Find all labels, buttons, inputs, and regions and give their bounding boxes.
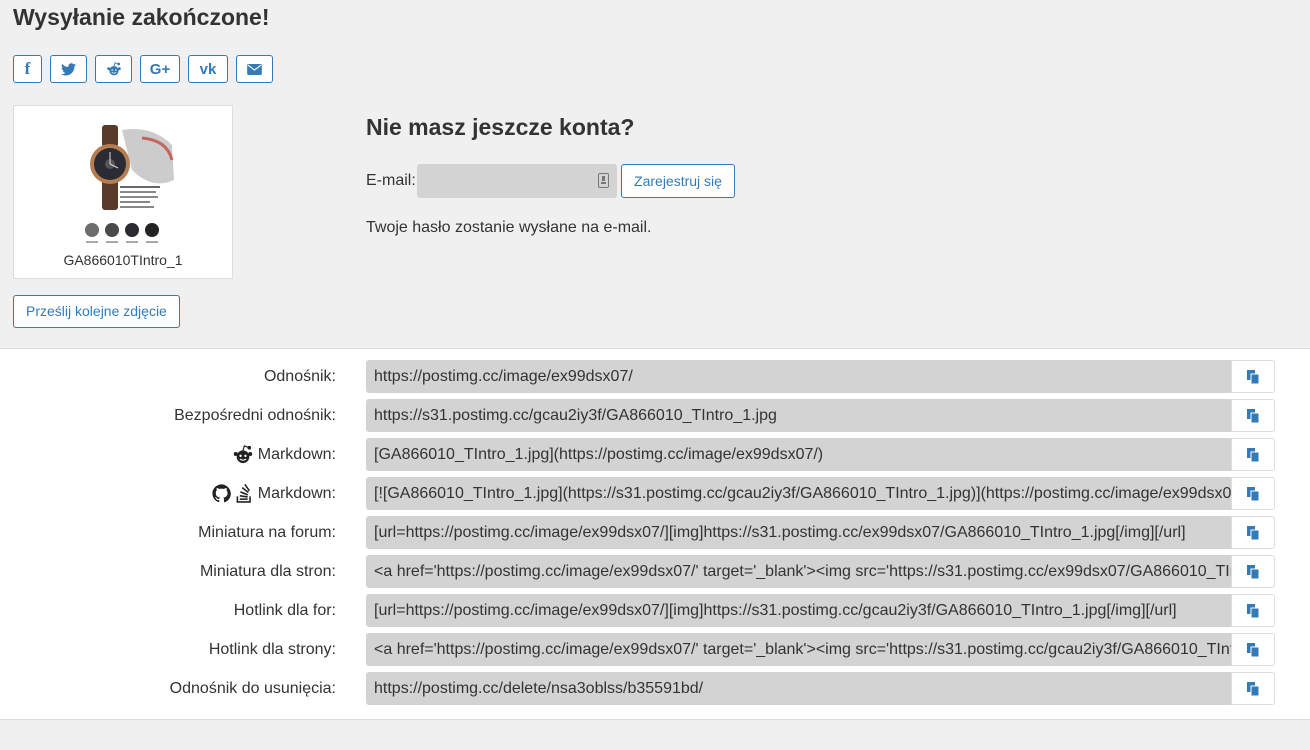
link-label: Odnośnik:	[263, 368, 336, 385]
password-note: Twoje hasło zostanie wysłane na e-mail.	[366, 219, 652, 236]
link-label: Hotlink dla strony:	[208, 641, 336, 658]
share-facebook-button[interactable]: f	[13, 55, 42, 83]
link-field-direct[interactable]: https://s31.postimg.cc/gcau2iy3f/GA86601…	[366, 399, 1231, 432]
share-twitter-button[interactable]	[50, 55, 87, 83]
copy-icon	[1246, 642, 1259, 657]
link-row-forum-hotlink: Hotlink dla for: [url=https://postimg.cc…	[0, 594, 1310, 627]
link-label: Odnośnik do usunięcia:	[169, 680, 336, 697]
link-label: Markdown:	[212, 477, 336, 510]
link-row-web-thumbnail: Miniatura dla stron: <a href='https://po…	[0, 555, 1310, 588]
page-title: Wysyłanie zakończone!	[13, 4, 270, 30]
link-label: Miniatura na forum:	[198, 524, 336, 541]
copy-icon	[1246, 486, 1259, 501]
copy-icon	[1246, 369, 1259, 384]
copy-button[interactable]	[1231, 594, 1275, 627]
copy-icon	[1246, 525, 1259, 540]
image-thumbnail-card[interactable]: GA866010TIntro_1	[13, 105, 233, 279]
email-field[interactable]	[417, 164, 617, 198]
copy-button[interactable]	[1231, 399, 1275, 432]
link-field-web-hotlink[interactable]: <a href='https://postimg.cc/image/ex99ds…	[366, 633, 1231, 666]
copy-button[interactable]	[1231, 672, 1275, 705]
link-field-forum-hotlink[interactable]: [url=https://postimg.cc/image/ex99dsx07/…	[366, 594, 1231, 627]
link-field-markdown-reddit[interactable]: [GA866010_TIntro_1.jpg](https://postimg.…	[366, 438, 1231, 471]
upload-another-button[interactable]: Prześlij kolejne zdjęcie	[13, 295, 180, 328]
password-manager-icon[interactable]	[598, 173, 609, 188]
share-vk-button[interactable]: vk	[188, 55, 228, 83]
link-field-markdown-github[interactable]: [![GA866010_TIntro_1.jpg](https://s31.po…	[366, 477, 1231, 510]
link-label: Markdown:	[232, 438, 336, 471]
email-label: E-mail:	[366, 172, 416, 189]
copy-button[interactable]	[1231, 438, 1275, 471]
share-bar: f G+ vk	[13, 55, 281, 83]
link-label: Hotlink dla for:	[233, 602, 336, 619]
image-caption: GA866010TIntro_1	[63, 252, 183, 268]
share-reddit-button[interactable]	[95, 55, 132, 83]
stackoverflow-icon	[236, 483, 251, 503]
link-row-markdown-reddit: Markdown: [GA866010_TIntro_1.jpg](https:…	[0, 438, 1310, 471]
copy-icon	[1246, 603, 1259, 618]
copy-button[interactable]	[1231, 633, 1275, 666]
google-plus-icon: G+	[149, 60, 171, 78]
register-button[interactable]: Zarejestruj się	[621, 164, 735, 198]
copy-icon	[1246, 681, 1259, 696]
link-label: Bezpośredni odnośnik:	[174, 407, 336, 424]
copy-icon	[1246, 447, 1259, 462]
share-email-button[interactable]	[236, 55, 273, 83]
link-row-forum-thumbnail: Miniatura na forum: [url=https://postimg…	[0, 516, 1310, 549]
link-row-markdown-github: Markdown: [![GA866010_TIntro_1.jpg](http…	[0, 477, 1310, 510]
reddit-icon	[106, 62, 121, 76]
link-field-delete[interactable]: https://postimg.cc/delete/nsa3oblss/b355…	[366, 672, 1231, 705]
copy-button[interactable]	[1231, 516, 1275, 549]
link-row-web-hotlink: Hotlink dla strony: <a href='https://pos…	[0, 633, 1310, 666]
reddit-icon	[233, 445, 252, 464]
copy-button[interactable]	[1231, 555, 1275, 588]
image-thumbnail[interactable]	[72, 120, 176, 250]
twitter-icon	[61, 62, 76, 75]
vk-icon: vk	[199, 60, 217, 78]
envelope-icon	[247, 63, 262, 75]
share-googleplus-button[interactable]: G+	[140, 55, 180, 83]
link-field-forum-thumbnail[interactable]: [url=https://postimg.cc/image/ex99dsx07/…	[366, 516, 1231, 549]
link-field-web-thumbnail[interactable]: <a href='https://postimg.cc/image/ex99ds…	[366, 555, 1231, 588]
facebook-icon: f	[24, 59, 31, 78]
link-row-direct: Bezpośredni odnośnik: https://s31.postim…	[0, 399, 1310, 432]
copy-button[interactable]	[1231, 360, 1275, 393]
link-field-page[interactable]: https://postimg.cc/image/ex99dsx07/	[366, 360, 1231, 393]
copy-icon	[1246, 564, 1259, 579]
copy-button[interactable]	[1231, 477, 1275, 510]
share-links-panel: Odnośnik: https://postimg.cc/image/ex99d…	[0, 348, 1310, 720]
github-icon	[212, 484, 231, 503]
signup-title: Nie masz jeszcze konta?	[366, 114, 635, 140]
link-row-page: Odnośnik: https://postimg.cc/image/ex99d…	[0, 360, 1310, 393]
copy-icon	[1246, 408, 1259, 423]
link-row-delete: Odnośnik do usunięcia: https://postimg.c…	[0, 672, 1310, 705]
link-label: Miniatura dla stron:	[199, 563, 336, 580]
upload-summary: Wysyłanie zakończone! f G+ vk GA866010TI…	[0, 0, 1310, 348]
